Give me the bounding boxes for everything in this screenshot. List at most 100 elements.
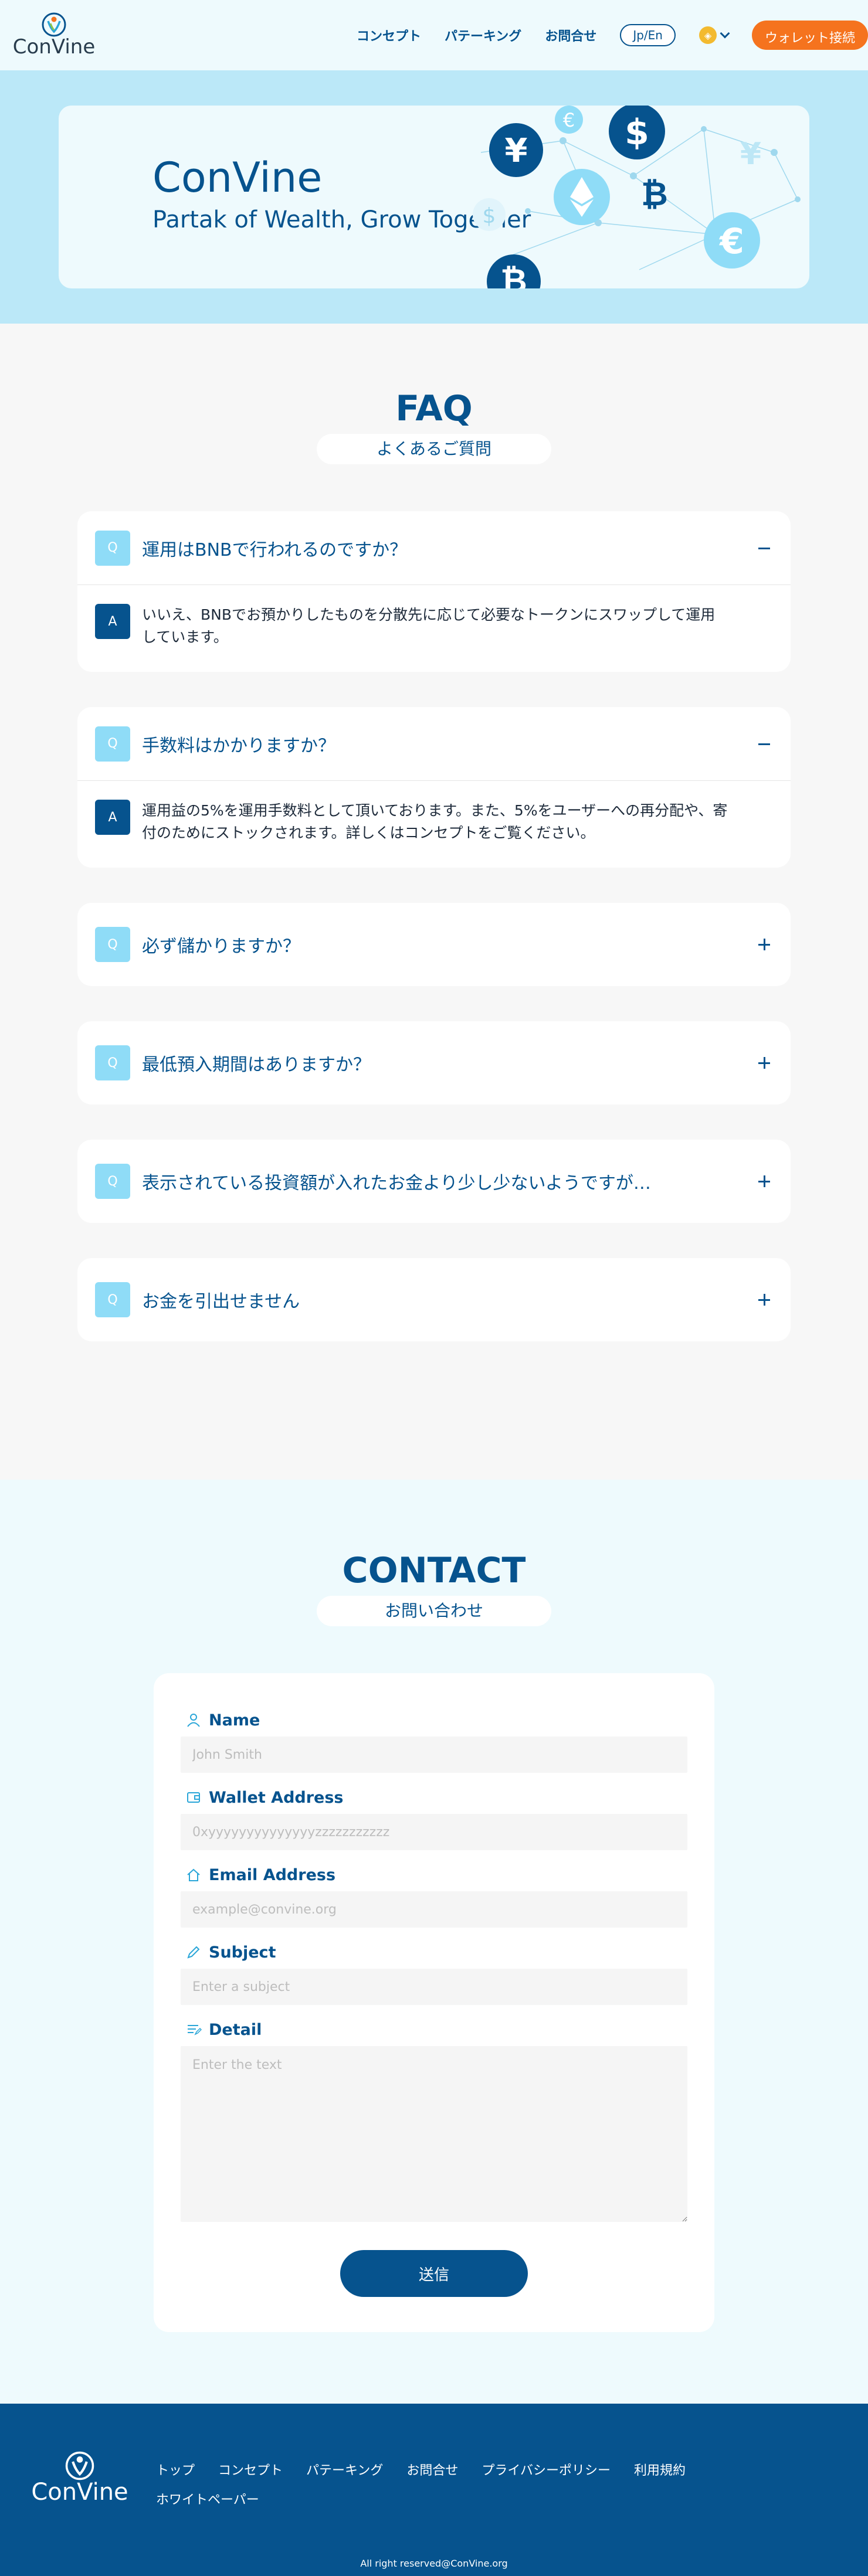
- svg-text:$: $: [483, 204, 496, 228]
- subject-field-group: Subject: [181, 1941, 687, 2005]
- faq-list: Q 運用はBNBで行われるのですか？ A いいえ、BNBでお預かりしたものを分散…: [77, 511, 791, 1341]
- answer-badge: A: [95, 800, 130, 835]
- faq-question[interactable]: Q 手数料はかかりますか？: [77, 707, 791, 781]
- faq-item: Q お金を引出せません: [77, 1258, 791, 1341]
- footer-link-whitepaper[interactable]: ホワイトペーパー: [156, 2489, 259, 2508]
- answer-text: いいえ、BNBでお預かりしたものを分散先に応じて必要なトークンにスワップして運用…: [142, 606, 716, 645]
- faq-subtitle: よくあるご質問: [317, 434, 551, 464]
- logo-mark-icon: [65, 2451, 94, 2480]
- pencil-icon: [187, 1946, 200, 1959]
- footer-link-partaking[interactable]: パテーキング: [306, 2460, 383, 2479]
- contact-title: CONTACT: [342, 1550, 526, 1591]
- subject-label-row: Subject: [181, 1941, 687, 1964]
- logo-mark-icon: [42, 12, 66, 37]
- footer-link-terms[interactable]: 利用規約: [634, 2460, 686, 2479]
- detail-label: Detail: [209, 2020, 262, 2039]
- footer-nav: トップ コンセプト パテーキング お問合せ プライバシーポリシー 利用規約 ホワ…: [156, 2460, 719, 2508]
- faq-section: FAQ よくあるご質問 Q 運用はBNBで行われるのですか？ A いいえ、BNB…: [0, 324, 868, 1480]
- name-input[interactable]: [181, 1736, 687, 1773]
- faq-question[interactable]: Q 運用はBNBで行われるのですか？: [77, 511, 791, 585]
- faq-item: Q 手数料はかかりますか？ A 運用益の5%を運用手数料として頂いております。ま…: [77, 707, 791, 868]
- question-text: 表示されている投資額が入れたお金より少し少ないようですが…: [142, 1173, 651, 1194]
- submit-button[interactable]: 送信: [340, 2250, 528, 2297]
- plus-icon[interactable]: [755, 936, 773, 953]
- faq-item: Q 最低預入期間はありますか？: [77, 1021, 791, 1105]
- svg-text:₿: ₿: [500, 262, 527, 288]
- email-input[interactable]: [181, 1891, 687, 1928]
- wallet-address-input[interactable]: [181, 1814, 687, 1850]
- answer-badge: A: [95, 604, 130, 639]
- svg-text:€: €: [718, 221, 744, 262]
- network-selector[interactable]: ◈: [699, 26, 730, 44]
- question-text: 必ず儲かりますか？: [142, 936, 300, 957]
- language-toggle-button[interactable]: Jp/En: [620, 24, 676, 46]
- plus-icon[interactable]: [755, 1291, 773, 1309]
- faq-answer: A いいえ、BNBでお預かりしたものを分散先に応じて必要なトークンにスワップして…: [77, 585, 791, 672]
- subject-label: Subject: [209, 1943, 276, 1962]
- hero-title: ConVine: [152, 154, 323, 202]
- wallet-label: Wallet Address: [209, 1788, 344, 1807]
- answer-text: 運用益の5%を運用手数料として頂いております。また、5%をユーザーへの再分配や、…: [142, 802, 728, 841]
- svg-text:¥: ¥: [505, 132, 528, 170]
- minus-icon[interactable]: [755, 539, 773, 557]
- copyright-text: All right reserved@ConVine.org: [360, 2558, 508, 2569]
- site-footer: ConVine トップ コンセプト パテーキング お問合せ プライバシーポリシー…: [0, 2404, 868, 2576]
- minus-icon[interactable]: [755, 735, 773, 753]
- question-badge: Q: [95, 1164, 130, 1199]
- bnb-coin-icon: ◈: [699, 26, 717, 44]
- faq-answer: A 運用益の5%を運用手数料として頂いております。また、5%をユーザーへの再分配…: [77, 781, 791, 868]
- logo[interactable]: ConVine: [6, 12, 102, 59]
- faq-title: FAQ: [395, 388, 473, 429]
- hero-banner: ConVine Partak of Wealth, Grow Together …: [59, 106, 809, 288]
- name-label-row: Name: [181, 1708, 687, 1732]
- question-text: 最低預入期間はありますか？: [142, 1055, 371, 1075]
- text-lines-icon: [188, 2025, 202, 2035]
- question-text: お金を引出せません: [142, 1292, 300, 1312]
- footer-link-contact[interactable]: お問合せ: [406, 2460, 458, 2479]
- logo-text: ConVine: [12, 35, 96, 59]
- faq-question[interactable]: Q 最低預入期間はありますか？: [77, 1021, 791, 1105]
- email-label: Email Address: [209, 1865, 336, 1884]
- question-badge: Q: [95, 927, 130, 962]
- email-field-group: Email Address: [181, 1863, 687, 1928]
- submit-wrap: 送信: [181, 2250, 687, 2297]
- svg-text:$: $: [625, 112, 649, 153]
- detail-field-group: Detail: [181, 2018, 687, 2224]
- plus-icon[interactable]: [755, 1054, 773, 1072]
- faq-item: Q 運用はBNBで行われるのですか？ A いいえ、BNBでお預かりしたものを分散…: [77, 511, 791, 672]
- hero-section: ConVine Partak of Wealth, Grow Together …: [0, 70, 868, 324]
- nav-contact[interactable]: お問合せ: [545, 26, 596, 45]
- question-badge: Q: [95, 530, 130, 566]
- svg-text:€: €: [563, 109, 575, 131]
- faq-question[interactable]: Q お金を引出せません: [77, 1258, 791, 1341]
- footer-link-privacy[interactable]: プライバシーポリシー: [482, 2460, 611, 2479]
- subject-input[interactable]: [181, 1969, 687, 2005]
- detail-label-row: Detail: [181, 2018, 687, 2041]
- footer-link-concept[interactable]: コンセプト: [218, 2460, 283, 2479]
- connect-wallet-button[interactable]: ウォレット接続: [751, 21, 868, 50]
- contact-subtitle: お問い合わせ: [317, 1596, 551, 1626]
- faq-question[interactable]: Q 表示されている投資額が入れたお金より少し少ないようですが…: [77, 1140, 791, 1223]
- question-text: 手数料はかかりますか？: [142, 735, 335, 756]
- faq-item: Q 表示されている投資額が入れたお金より少し少ないようですが…: [77, 1140, 791, 1223]
- nav-concept[interactable]: コンセプト: [357, 26, 421, 45]
- question-badge: Q: [95, 1045, 130, 1080]
- question-badge: Q: [95, 1282, 130, 1317]
- question-text: 運用はBNBで行われるのですか？: [142, 539, 408, 560]
- email-label-row: Email Address: [181, 1863, 687, 1887]
- name-field-group: Name: [181, 1708, 687, 1773]
- faq-question[interactable]: Q 必ず儲かりますか？: [77, 903, 791, 986]
- footer-logo[interactable]: ConVine: [27, 2451, 133, 2506]
- question-badge: Q: [95, 726, 130, 762]
- contact-section: CONTACT お問い合わせ Name Wallet Address Email…: [0, 1480, 868, 2404]
- plus-icon[interactable]: [755, 1173, 773, 1190]
- svg-text:₿: ₿: [641, 175, 668, 213]
- wallet-field-group: Wallet Address: [181, 1786, 687, 1850]
- faq-item: Q 必ず儲かりますか？: [77, 903, 791, 986]
- footer-link-top[interactable]: トップ: [156, 2460, 195, 2479]
- main-nav: コンセプト パテーキング お問合せ Jp/En ◈ ウォレット接続: [357, 21, 868, 50]
- detail-textarea[interactable]: [181, 2046, 687, 2222]
- chevron-down-icon: [720, 28, 730, 39]
- name-label: Name: [209, 1711, 260, 1729]
- nav-partaking[interactable]: パテーキング: [445, 26, 521, 45]
